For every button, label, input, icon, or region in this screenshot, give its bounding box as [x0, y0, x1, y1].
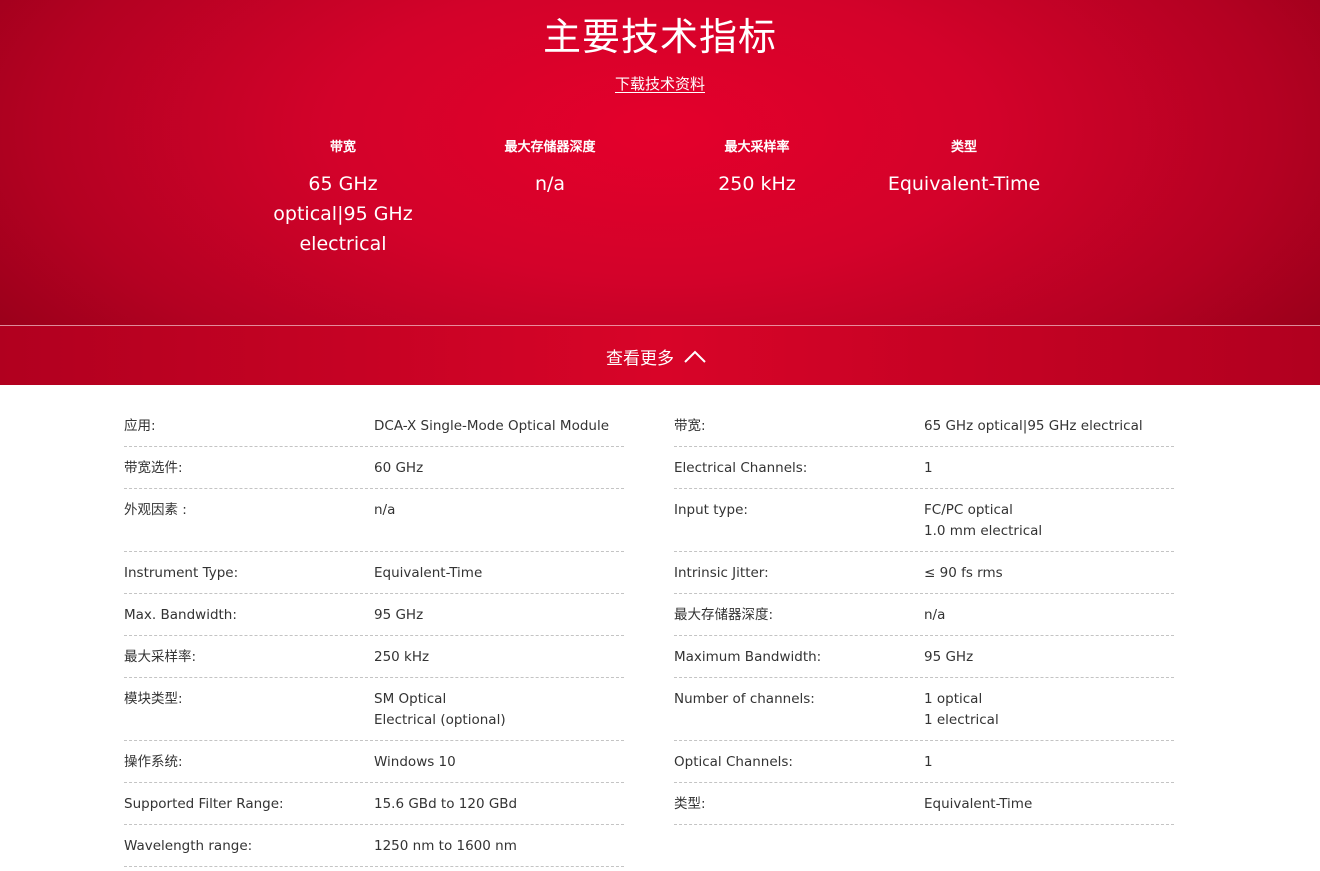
download-link-wrap: 下载技术资料 [0, 73, 1320, 94]
row-value: 15.6 GBd to 120 GBd [374, 796, 518, 812]
row-value: 65 GHz optical|95 GHz electrical [924, 418, 1143, 434]
table-row: Instrument Type: Equivalent-Time [124, 552, 624, 594]
table-row: Supported Filter Range: 15.6 GBd to 120 G… [124, 783, 624, 825]
table-row: Electrical Channels: 1 [674, 447, 1174, 489]
row-value: 250 kHz [374, 649, 430, 665]
row-key: Input type: [674, 502, 748, 518]
row-key: 最大采样率: [124, 649, 197, 665]
row-value: Windows 10 [374, 754, 456, 770]
row-value: FC/PC optical 1.0 mm electrical [924, 502, 1043, 539]
spec-table-right: 带宽: 65 GHz optical|95 GHz electrical Elec… [674, 405, 1174, 825]
row-value: n/a [374, 502, 396, 518]
table-row: Optical Channels: 1 [674, 741, 1174, 783]
row-value: Equivalent-Time [374, 565, 483, 581]
row-key: 带宽选件: [124, 460, 183, 476]
table-row: 最大存储器深度: n/a [674, 594, 1174, 636]
spec-label: 带宽 [329, 140, 356, 155]
table-row: 模块类型: SM Optical Electrical (optional) [124, 678, 624, 741]
spec-table-left: 应用: DCA-X Single-Mode Optical Module 带宽选件… [124, 405, 624, 867]
row-key: 操作系统: [124, 754, 183, 770]
row-key: Wavelength range: [124, 838, 253, 854]
see-more-toggle[interactable]: 查看更多 [606, 344, 706, 369]
key-specs-banner: 主要技术指标 下载技术资料 带宽 65 GHz optical|95 GHz e… [0, 0, 1320, 325]
table-row: 最大采样率: 250 kHz [124, 636, 624, 678]
table-row: Number of channels: 1 optical 1 electrica… [674, 678, 1174, 741]
table-row: Intrinsic Jitter: ≤ 90 fs rms [674, 552, 1174, 594]
row-key: Maximum Bandwidth: [674, 649, 822, 665]
row-key: Optical Channels: [674, 754, 793, 770]
table-row: Max. Bandwidth: 95 GHz [124, 594, 624, 636]
row-key: 模块类型: [124, 691, 183, 707]
row-key: Max. Bandwidth: [124, 607, 237, 623]
spec-label: 最大存储器深度 [504, 140, 596, 155]
row-value: 1 optical 1 electrical [924, 691, 999, 728]
table-row: Maximum Bandwidth: 95 GHz [674, 636, 1174, 678]
table-row: Wavelength range: 1250 nm to 1600 nm [124, 825, 624, 867]
table-row: 类型: Equivalent-Time [674, 783, 1174, 825]
row-value: 95 GHz [374, 607, 424, 623]
row-value: 1 [924, 460, 933, 476]
chevron-up-icon [684, 350, 706, 363]
table-row: Input type: FC/PC optical 1.0 mm electric… [674, 489, 1174, 552]
table-row: 外观因素 : n/a [124, 489, 624, 552]
row-value: ≤ 90 fs rms [924, 565, 1003, 581]
row-key: Instrument Type: [124, 565, 239, 581]
row-value: SM Optical Electrical (optional) [374, 691, 506, 728]
spec-value: 65 GHz optical|95 GHz electrical [273, 173, 413, 255]
row-value: n/a [924, 607, 946, 623]
row-key: 带宽: [674, 418, 706, 434]
spec-value: Equivalent-Time [887, 173, 1041, 195]
row-key: 外观因素 : [124, 502, 187, 518]
row-key: Intrinsic Jitter: [674, 565, 769, 581]
spec-sample-rate: 最大采样率 250 kHz [682, 139, 832, 199]
row-key: Supported Filter Range: [124, 796, 284, 812]
spec-bandwidth: 带宽 65 GHz optical|95 GHz electrical [268, 139, 418, 259]
row-key: Number of channels: [674, 691, 815, 707]
table-row: 操作系统: Windows 10 [124, 741, 624, 783]
spec-memory-depth: 最大存储器深度 n/a [475, 139, 625, 199]
download-datasheet-link[interactable]: 下载技术资料 [615, 75, 705, 93]
spec-value: 250 kHz [718, 173, 796, 195]
table-row: 带宽选件: 60 GHz [124, 447, 624, 489]
row-key: 类型: [674, 796, 706, 812]
see-more-bar: 查看更多 [0, 325, 1320, 385]
spec-label: 最大采样率 [724, 140, 790, 155]
row-key: 应用: [124, 418, 156, 434]
spec-type: 类型 Equivalent-Time [869, 139, 1059, 199]
spec-label: 类型 [950, 140, 977, 155]
spec-value: n/a [534, 173, 566, 195]
see-more-label: 查看更多 [606, 348, 674, 369]
row-value: Equivalent-Time [924, 796, 1033, 812]
row-value: 60 GHz [374, 460, 424, 476]
table-row: 带宽: 65 GHz optical|95 GHz electrical [674, 405, 1174, 447]
table-row: 应用: DCA-X Single-Mode Optical Module [124, 405, 624, 447]
page-title: 主要技术指标 [542, 15, 777, 59]
row-key: 最大存储器深度: [674, 607, 774, 623]
row-key: Electrical Channels: [674, 460, 808, 476]
row-value: DCA-X Single-Mode Optical Module [374, 418, 610, 434]
row-value: 1250 nm to 1600 nm [374, 838, 517, 854]
row-value: 1 [924, 754, 933, 770]
row-value: 95 GHz [924, 649, 974, 665]
